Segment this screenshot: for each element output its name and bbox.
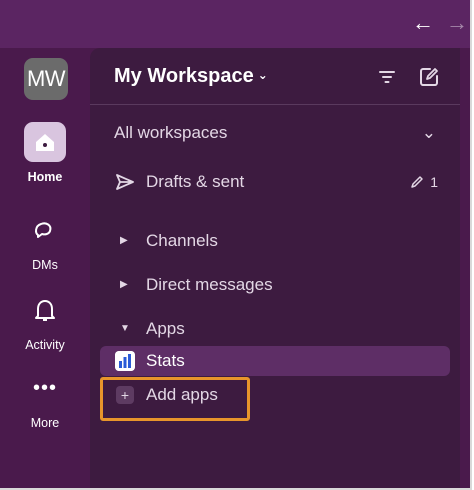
top-bar: ← → [0,0,470,48]
sidebar-header: My Workspace ⌄ [90,48,460,105]
rail-item-dms[interactable]: DMs [0,210,90,272]
drafts-count: 1 [430,174,438,190]
app-label: Stats [146,351,185,370]
caret-down-icon: ▼ [120,323,130,334]
section-apps[interactable]: ▼ Apps [100,313,450,345]
home-icon [36,134,54,151]
compose-icon[interactable] [418,66,440,88]
all-workspaces-row[interactable]: All workspaces ⌄ [100,117,450,149]
caret-right-icon: ▶ [120,279,128,290]
section-channels[interactable]: ▶ Channels [100,225,450,257]
channel-sidebar: My Workspace ⌄ All workspaces ⌄ Drafts & … [90,48,460,488]
add-apps-label: Add apps [146,385,218,404]
send-icon [116,174,134,190]
pencil-icon [411,176,423,188]
caret-right-icon: ▶ [120,235,128,246]
add-apps-button[interactable]: + Add apps [100,378,450,412]
rail-label-home: Home [27,170,63,184]
chevron-down-icon: ⌄ [421,123,436,142]
rail-item-more[interactable]: ••• More [0,368,90,430]
stats-app-icon [115,351,135,371]
workspace-avatar[interactable]: MW [24,58,68,100]
chevron-down-icon: ⌄ [257,68,268,82]
sidebar-item-drafts[interactable]: Drafts & sent 1 [100,166,450,198]
section-direct-messages[interactable]: ▶ Direct messages [100,269,450,301]
filter-icon[interactable] [376,66,398,88]
more-dots-icon: ••• [32,377,57,399]
left-rail: MW Home DMs Activity ••• More [0,48,90,488]
all-workspaces-label: All workspaces [114,123,228,142]
bell-icon [35,300,55,321]
arrow-left-icon[interactable]: ← [410,10,436,36]
rail-label-more: More [30,416,60,430]
section-label: Channels [146,231,218,250]
rail-item-home[interactable]: Home [0,122,90,184]
workspace-name-button[interactable]: My Workspace ⌄ [114,65,268,88]
plus-icon: + [116,386,134,404]
section-label: Apps [146,319,185,338]
dm-bubbles-icon [35,222,52,238]
slack-window: ← → MW Home DMs Activity ••• More My Wor… [0,0,472,490]
rail-label-activity: Activity [25,338,65,352]
sidebar-item-stats[interactable]: Stats [100,346,450,376]
section-label: Direct messages [146,275,273,294]
rail-label-dms: DMs [32,258,58,272]
arrow-right-icon[interactable]: → [444,10,470,36]
drafts-label: Drafts & sent [146,172,245,191]
rail-item-activity[interactable]: Activity [0,290,90,352]
workspace-name: My Workspace [114,65,254,87]
